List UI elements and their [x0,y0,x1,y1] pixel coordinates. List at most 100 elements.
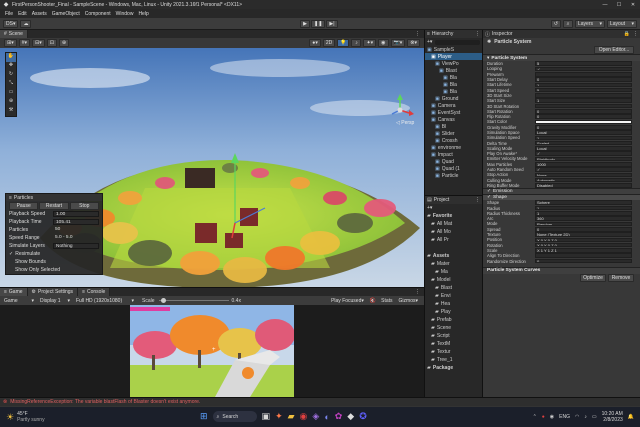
project-item[interactable]: ▰ Script [425,332,482,340]
more-options-icon[interactable]: ⋮ [475,31,480,37]
hierarchy-item[interactable]: ▣ Bla [425,81,482,88]
hierarchy-search-input[interactable] [435,39,480,45]
pause-particles-button[interactable]: Pause [9,201,39,210]
property-field[interactable]: 1000 [535,161,632,167]
display-dropdown[interactable]: Display 1 ▾ [38,297,72,305]
property-field[interactable]: Automatic [535,177,632,183]
snap-button[interactable]: ⊟▾ [32,39,45,47]
property-field[interactable]: Scaled [535,140,632,146]
property-field[interactable]: 0 [535,124,632,130]
app-icon[interactable]: ✪ [359,411,367,422]
notification-icon[interactable]: 🔔 [628,414,634,420]
layout-dropdown[interactable]: Layout ▾ [607,19,637,28]
pause-button[interactable]: ❚❚ [311,20,326,28]
property-field[interactable]: 0 [535,109,632,114]
property-field[interactable]: ✓ [535,66,632,72]
checkbox-checked-icon[interactable]: ✓ [487,189,491,194]
menu-edit[interactable]: Edit [18,11,27,17]
app-icon[interactable]: ✿ [335,411,343,422]
hierarchy-item[interactable]: ▣ environme [425,144,482,151]
project-item[interactable]: ▰ Favorite [425,212,482,220]
pivot-button[interactable]: ⊡ [46,39,57,47]
toggle-2d-button[interactable]: 2D [322,39,336,47]
wifi-icon[interactable]: ◠ [575,414,579,420]
project-item[interactable]: ▰ TextM [425,340,482,348]
tray-chevron-icon[interactable]: ⌃ [533,414,537,420]
property-field[interactable] [535,103,632,109]
property-field[interactable] [535,71,632,77]
project-item[interactable]: ▰ Play [425,308,482,316]
restart-particles-button[interactable]: Restart [39,201,69,210]
property-field[interactable]: 0 [535,226,632,232]
property-field[interactable]: 0 [535,114,632,119]
hierarchy-item[interactable]: ▣ Crossh [425,137,482,144]
step-button[interactable]: ▶| [326,20,338,28]
property-field[interactable]: 1 [535,98,632,104]
show-only-selected-toggle[interactable]: Show Only Selected [6,266,102,274]
remove-button[interactable]: Remove [608,274,634,283]
cloud-icon[interactable]: ☁ [20,19,32,28]
lighting-icon[interactable]: 💡 [337,39,350,47]
project-item[interactable] [425,244,482,252]
hierarchy-item[interactable]: ▣ Quad [425,158,482,165]
resimulate-toggle[interactable]: ✓ Resimulate [6,250,102,258]
history-icon[interactable]: ↺ [550,19,561,28]
browser-icon[interactable]: ◉ [300,411,308,422]
hierarchy-item[interactable]: ▣ Blast [425,67,482,74]
project-item[interactable]: ▰ Hea [425,300,482,308]
scale-slider[interactable] [158,297,229,303]
property-field[interactable]: Local [535,130,632,135]
game-view[interactable]: + [0,305,424,397]
tab-project-settings[interactable]: ⚙ Project Settings [27,288,79,296]
menu-file[interactable]: File [5,11,13,17]
property-field[interactable]: Random [535,221,632,227]
project-item[interactable]: ▰ Model [425,276,482,284]
task-view-icon[interactable]: ▣ [262,411,271,422]
start-icon[interactable]: ⊞ [200,411,208,422]
close-button[interactable]: ✕ [626,2,640,8]
volume-icon[interactable]: ♪ [584,414,587,420]
more-options-icon[interactable]: ⋮ [633,31,638,37]
menu-gameobject[interactable]: GameObject [52,11,80,17]
project-tab[interactable]: Project [434,197,450,203]
rect-tool-icon[interactable]: ▭ [6,89,16,98]
game-mode-dropdown[interactable]: Game ▾ [2,297,36,305]
hierarchy-item[interactable]: ▣ EventSyst [425,109,482,116]
property-field[interactable]: X 0 Y 0 Z 0 [535,242,632,248]
visual-studio-icon[interactable]: ◈ [312,411,319,422]
property-field[interactable]: None (Texture 2D) [535,232,632,237]
minimize-button[interactable]: — [598,2,612,8]
particle-system-module-header[interactable]: ▾ Particle System [483,54,640,61]
hierarchy-item[interactable]: ▣ Player [425,53,482,60]
property-field[interactable]: ✓ [535,167,632,172]
global-button[interactable]: ⊕ [58,39,70,47]
property-field[interactable] [535,93,632,98]
draw-mode-button[interactable]: ⊞▾ [4,39,17,47]
playback-time-field[interactable]: 105.41 [53,219,99,225]
discord-icon[interactable]: ◐ [324,412,329,422]
grid-button[interactable]: #▾ [18,39,30,47]
resolution-dropdown[interactable]: Full HD (1920x1080) ▾ [74,297,136,305]
stop-particles-button[interactable]: Stop [69,201,99,210]
clock[interactable]: 10:20 AM 2/8/2023 [602,411,623,423]
unity-hub-icon[interactable]: ◆ [347,411,354,422]
shading-mode-button[interactable]: ●▾ [309,39,321,47]
mute-audio-icon[interactable]: 🔇 [370,298,376,304]
hierarchy-item[interactable]: ▣ SampleS [425,46,482,53]
add-icon[interactable]: +▾ [427,205,432,211]
maximize-button[interactable]: ☐ [612,2,626,8]
play-button[interactable]: ▶ [300,20,310,28]
gizmos-dropdown[interactable]: Gizmos ▾ [397,297,420,305]
camera-icon[interactable]: 📷▾ [390,39,406,47]
property-field[interactable]: 1 [535,135,632,141]
playback-speed-field[interactable]: 1.00 [53,211,99,217]
battery-icon[interactable]: ▭ [592,414,597,420]
scene-view[interactable]: ◁ Persp ✋ ✥ ↻ ⤡ ▭ ⊕ ⚒ ⊞▾ #▾ ⊟▾ ⊡ ⊕ ●▾ 2D… [0,38,424,287]
console-status-bar[interactable]: ⊗ MissingReferenceException: The variabl… [0,397,640,406]
tab-console[interactable]: ≡ Console [78,288,111,296]
property-field[interactable]: Rigidbody [535,156,632,162]
hierarchy-item[interactable]: ▣ Ground [425,95,482,102]
widgets-icon[interactable]: ✦ [275,411,283,422]
menu-assets[interactable]: Assets [32,11,47,17]
project-item[interactable]: ▰ Tree_1 [425,356,482,364]
